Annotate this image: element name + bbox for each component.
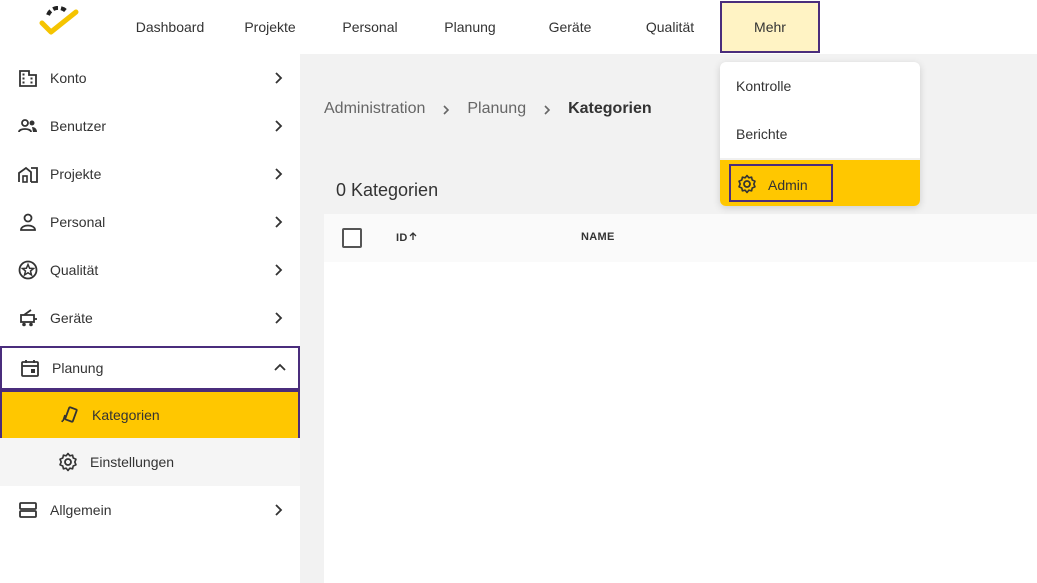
chevron-right-icon [542,103,552,115]
menu-item-berichte[interactable]: Berichte [720,110,920,158]
breadcrumb-kategorien: Kategorien [568,100,652,117]
sidebar-item-label: Personal [50,214,106,230]
gear-icon [58,452,78,472]
breadcrumb-planung[interactable]: Planung [467,100,526,118]
nav-personal[interactable]: Personal [336,0,404,54]
sidebar-item-einstellungen[interactable]: Einstellungen [0,438,300,486]
sidebar: Konto Benutzer Projekte Personal Qualitä… [0,54,300,583]
column-header-id-label: ID [396,232,408,244]
column-header-name[interactable]: NAME [581,231,615,243]
menu-item-admin[interactable]: Admin [720,158,920,206]
person-icon [18,212,38,232]
storage-icon [18,500,38,520]
sidebar-item-label: Konto [50,70,87,86]
sidebar-item-benutzer[interactable]: Benutzer [0,102,300,150]
sidebar-item-label: Einstellungen [90,454,175,470]
sidebar-item-label: Allgemein [50,502,112,518]
sidebar-item-planung[interactable]: Planung [0,346,300,390]
breadcrumb: Administration Planung Kategorien [324,100,652,118]
mehr-dropdown-menu: Kontrolle Berichte Admin [720,62,920,206]
sidebar-item-projekte[interactable]: Projekte [0,150,300,198]
app-logo[interactable] [38,5,80,38]
chevron-right-icon [270,310,286,326]
sidebar-item-geraete[interactable]: Geräte [0,294,300,342]
sidebar-item-kategorien[interactable]: Kategorien [0,390,300,440]
data-table: ID NAME [324,214,1037,583]
arrow-up-icon [408,232,418,244]
nav-projekte[interactable]: Projekte [236,0,304,54]
page-title: 0 Kategorien [336,180,439,200]
sidebar-item-qualitaet[interactable]: Qualität [0,246,300,294]
nav-dashboard[interactable]: Dashboard [130,0,210,54]
sidebar-item-label: Planung [52,360,104,376]
breadcrumb-administration[interactable]: Administration [324,100,425,118]
chevron-right-icon [270,166,286,182]
nav-qualitaet[interactable]: Qualität [636,0,704,54]
menu-item-kontrolle[interactable]: Kontrolle [720,62,920,110]
chevron-right-icon [270,70,286,86]
users-icon [18,116,38,136]
tag-icon [60,405,80,425]
menu-item-label: Admin [768,177,808,193]
main-content: Administration Planung Kategorien 0 Kate… [300,54,1037,583]
top-navigation: Dashboard Projekte Personal Planung Gerä… [0,0,1037,54]
calendar-icon [20,358,40,378]
sidebar-item-konto[interactable]: Konto [0,54,300,102]
sidebar-item-label: Benutzer [50,118,107,134]
column-header-id[interactable]: ID [396,231,418,244]
chevron-up-icon [272,360,288,376]
sidebar-item-label: Qualität [50,262,99,278]
menu-item-label: Kontrolle [736,78,792,94]
menu-item-label: Berichte [736,126,788,142]
chevron-right-icon [270,118,286,134]
building-icon [18,68,38,88]
nav-mehr[interactable]: Mehr [720,1,820,53]
star-badge-icon [18,260,38,280]
house-icon [18,164,38,184]
chevron-right-icon [270,502,286,518]
table-header: ID NAME [324,214,1037,262]
chevron-right-icon [441,103,451,115]
chevron-right-icon [270,214,286,230]
sidebar-item-label: Projekte [50,166,102,182]
nav-planung[interactable]: Planung [436,0,504,54]
sidebar-item-label: Geräte [50,310,93,326]
sidebar-item-label: Kategorien [92,407,160,423]
sidebar-item-personal[interactable]: Personal [0,198,300,246]
vehicle-icon [18,308,38,328]
sidebar-item-allgemein[interactable]: Allgemein [0,486,300,534]
gear-icon [737,174,757,194]
select-all-checkbox[interactable] [342,228,362,248]
nav-geraete[interactable]: Geräte [536,0,604,54]
chevron-right-icon [270,262,286,278]
